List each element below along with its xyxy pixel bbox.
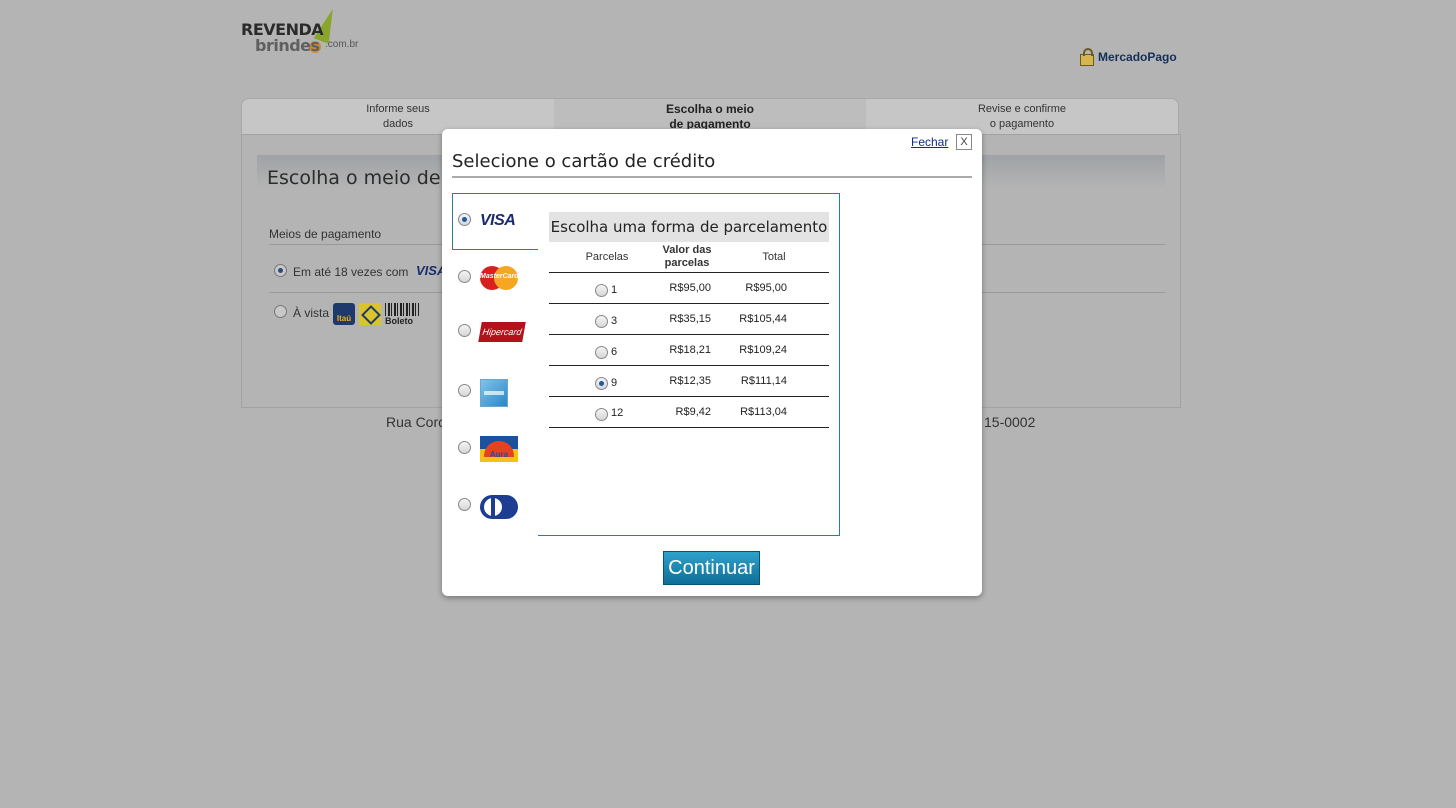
footer-address: Rua Corc bbox=[386, 414, 446, 430]
modal-title: Selecione o cartão de crédito bbox=[452, 151, 716, 172]
installment-count: 12 bbox=[611, 407, 624, 419]
installment-count: 6 bbox=[611, 346, 618, 358]
card-option-mastercard[interactable]: MasterCard bbox=[452, 250, 539, 307]
diners-icon bbox=[480, 495, 518, 519]
logo-suffix: .com.br bbox=[325, 39, 359, 50]
footer-phone: 15-0002 bbox=[984, 414, 1036, 430]
installment-radio-9[interactable] bbox=[595, 377, 608, 390]
barcode-icon bbox=[385, 303, 419, 316]
revenda-brindes-logo[interactable]: REVENDA brindes .com.br bbox=[241, 6, 361, 58]
itau-icon: Itaú bbox=[333, 303, 355, 325]
installment-count: 3 bbox=[611, 315, 618, 327]
card-option-aura[interactable]: Aura bbox=[452, 421, 539, 478]
card-option-hipercard[interactable]: Hipercard bbox=[452, 307, 539, 364]
logo-line2: brindes bbox=[255, 36, 320, 55]
continue-button[interactable]: Continuar bbox=[663, 551, 760, 585]
installment-total: R$113,04 bbox=[740, 406, 787, 418]
banco-do-brasil-icon bbox=[359, 303, 381, 325]
card-radio-amex[interactable] bbox=[458, 384, 471, 397]
installment-radio-12[interactable] bbox=[595, 408, 608, 421]
option-card-label: Em até 18 vezes com bbox=[293, 265, 409, 279]
installment-value: R$35,15 bbox=[669, 313, 711, 325]
col-header-parcelas: Parcelas bbox=[585, 251, 629, 263]
divider bbox=[549, 365, 829, 366]
card-radio-hipercard[interactable] bbox=[458, 324, 471, 337]
mercadopago-badge: MercadoPago bbox=[1080, 47, 1177, 67]
lock-icon bbox=[1080, 48, 1094, 66]
divider bbox=[549, 303, 829, 304]
installment-value: R$9,42 bbox=[675, 406, 711, 418]
hipercard-icon: Hipercard bbox=[478, 322, 526, 342]
card-option-diners[interactable] bbox=[452, 478, 539, 535]
installment-total: R$109,24 bbox=[739, 344, 787, 356]
card-radio-aura[interactable] bbox=[458, 441, 471, 454]
visa-icon: VISA bbox=[480, 212, 516, 229]
close-link[interactable]: Fechar bbox=[911, 135, 948, 149]
installment-total: R$105,44 bbox=[739, 313, 787, 325]
card-option-visa[interactable]: VISA bbox=[452, 193, 539, 250]
card-radio-diners[interactable] bbox=[458, 498, 471, 511]
divider bbox=[549, 272, 829, 273]
installment-value: R$12,35 bbox=[669, 375, 711, 387]
card-option-amex[interactable] bbox=[452, 364, 539, 421]
option-card-radio[interactable] bbox=[274, 264, 287, 277]
installment-radio-6[interactable] bbox=[595, 346, 608, 359]
amex-icon bbox=[480, 379, 508, 407]
col-header-total: Total bbox=[762, 251, 786, 263]
installment-value: R$95,00 bbox=[669, 282, 711, 294]
page-title: Escolha o meio de p bbox=[267, 167, 459, 189]
installment-radio-1[interactable] bbox=[595, 284, 608, 297]
installment-total: R$95,00 bbox=[745, 282, 787, 294]
installment-total: R$111,14 bbox=[740, 375, 787, 387]
card-radio-mastercard[interactable] bbox=[458, 270, 471, 283]
divider bbox=[549, 427, 829, 428]
close-icon[interactable]: X bbox=[956, 134, 972, 150]
divider bbox=[549, 334, 829, 335]
aura-icon: Aura bbox=[480, 436, 518, 462]
installment-radio-3[interactable] bbox=[595, 315, 608, 328]
section-label: Meios de pagamento bbox=[269, 227, 382, 241]
card-list: VISA MasterCard Hipercard Aura bbox=[452, 193, 539, 535]
mercadopago-label: MercadoPago bbox=[1098, 50, 1177, 64]
option-cash-label: À vista bbox=[293, 306, 330, 320]
installment-value: R$18,21 bbox=[669, 344, 711, 356]
installment-count: 9 bbox=[611, 377, 618, 389]
installment-count: 1 bbox=[611, 284, 618, 296]
option-cash-radio[interactable] bbox=[274, 305, 287, 318]
boleto-icon: Boleto bbox=[385, 303, 419, 326]
col-header-valor: Valor das parcelas bbox=[662, 244, 712, 269]
mastercard-icon: MasterCard bbox=[480, 266, 519, 290]
card-radio-visa[interactable] bbox=[458, 213, 471, 226]
installments-heading: Escolha uma forma de parcelamento bbox=[549, 212, 829, 242]
divider bbox=[452, 176, 972, 178]
divider bbox=[549, 396, 829, 397]
